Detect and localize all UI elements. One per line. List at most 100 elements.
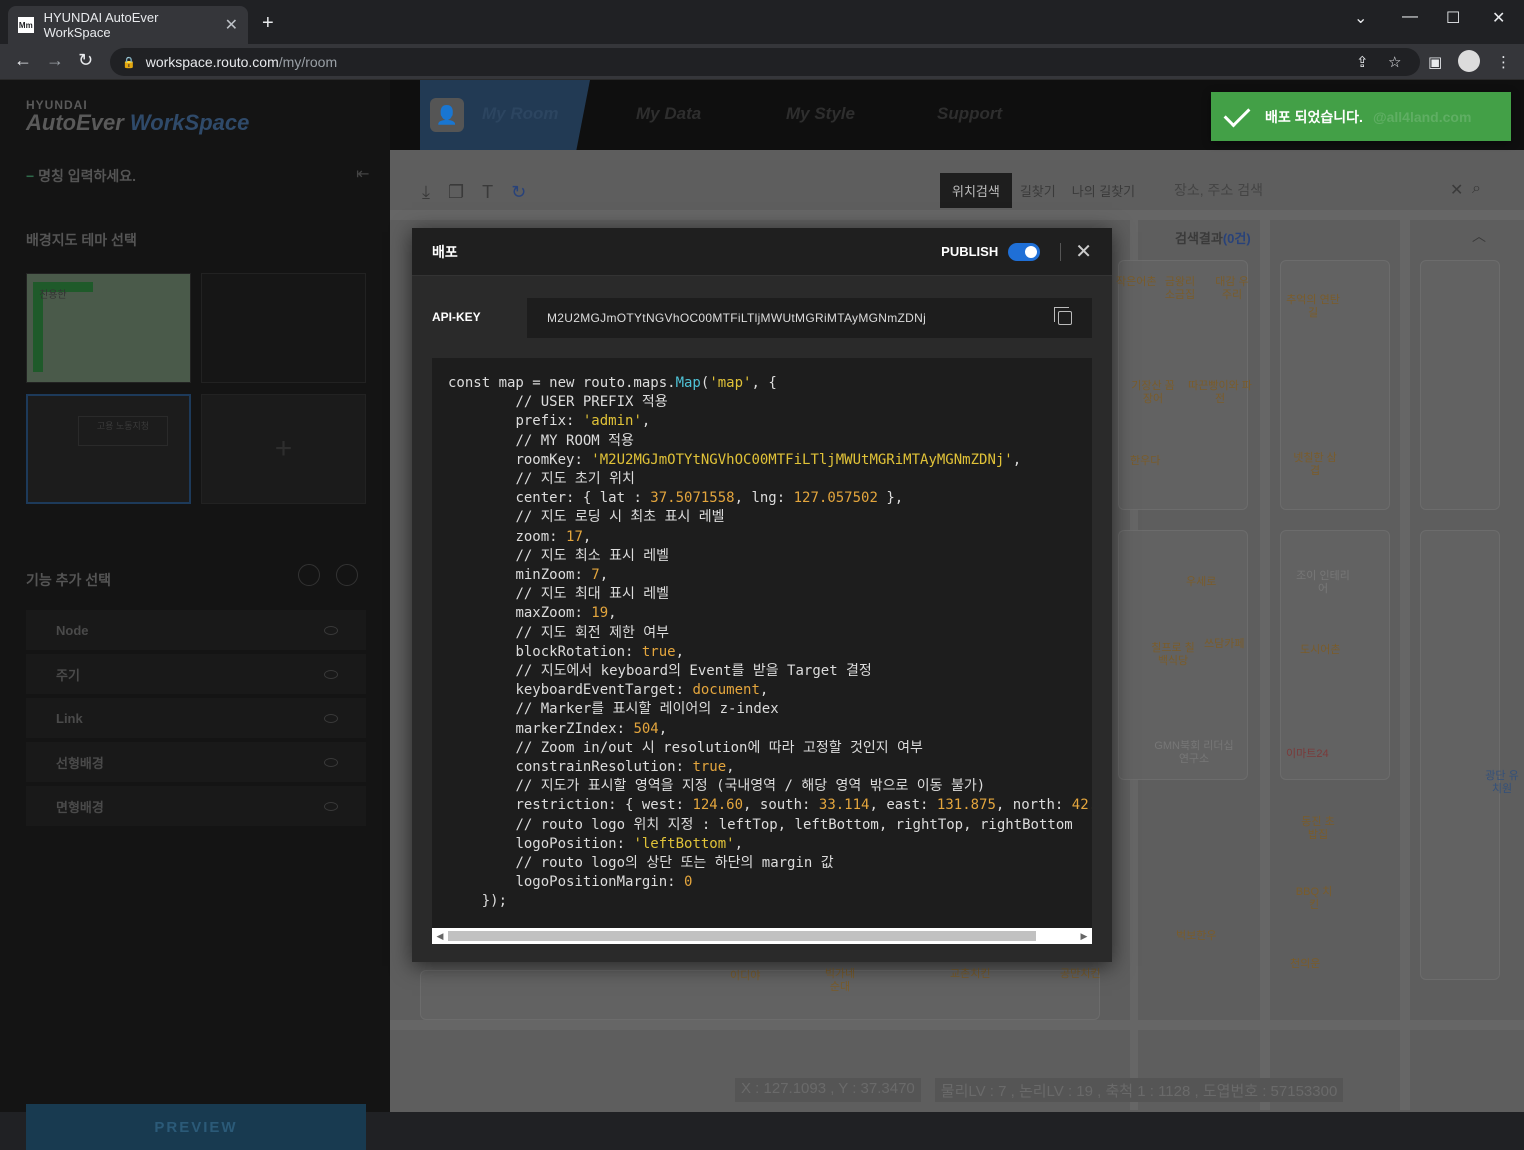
poi[interactable]: 대감 우주리 <box>1212 276 1252 302</box>
poi[interactable]: GMN북회 리더십연구소 <box>1154 740 1234 766</box>
poi[interactable]: 벅보한우 <box>1176 930 1216 943</box>
search-tabs: 위치검색 길찾기 나의 길찾기 <box>940 172 1143 208</box>
nav-my-data[interactable]: My Data <box>636 104 701 124</box>
nav-support[interactable]: Support <box>937 104 1002 124</box>
layer-line-bg[interactable]: 선형배경 <box>26 742 366 782</box>
theme-thumb-1[interactable]: 친용한 <box>26 273 191 383</box>
eye-icon[interactable] <box>324 713 338 723</box>
modal-title: 배포 <box>432 243 458 260</box>
eye-icon[interactable] <box>324 669 338 679</box>
api-key-value: M2U2MGJmOTYtNGVhOC00MTFiLTljMWUtMGRiMTAy… <box>547 311 927 325</box>
reload-icon[interactable]: ↻ <box>78 50 93 71</box>
theme-thumb-3-selected[interactable]: 고용 노동지청 <box>26 394 191 504</box>
poi[interactable]: 칠프로 칠백식당 <box>1148 642 1198 668</box>
eye-icon[interactable] <box>324 625 338 635</box>
layer-area-bg[interactable]: 면형배경 <box>26 786 366 826</box>
eye-icon[interactable] <box>324 801 338 811</box>
result-label: 검색결과 <box>1175 231 1223 246</box>
poi[interactable]: 동진 초밥집 <box>1298 816 1338 842</box>
room-name-placeholder: 명칭 입력하세요. <box>38 168 137 184</box>
poi[interactable]: 넷칠한 삼겹 <box>1290 452 1340 478</box>
layer-link[interactable]: Link <box>26 698 366 738</box>
rotate-icon[interactable]: ↻ <box>511 182 526 203</box>
nav-my-style[interactable]: My Style <box>786 104 855 124</box>
search-icon[interactable]: ⌕ <box>1472 180 1481 198</box>
layer-label: 면형배경 <box>56 799 104 815</box>
minimize-icon[interactable]: — <box>1402 8 1418 26</box>
tab-my-directions[interactable]: 나의 길찾기 <box>1064 173 1143 208</box>
poi[interactable]: 공만치킨 <box>1060 968 1100 981</box>
url-host: workspace.routo.com <box>145 54 279 70</box>
forward-icon[interactable]: → <box>46 50 64 71</box>
tab-directions[interactable]: 길찾기 <box>1012 173 1064 208</box>
poi[interactable]: 빅가네 순대 <box>820 968 860 994</box>
share-icon[interactable]: ⇪ <box>1356 53 1369 71</box>
poi[interactable]: 광단 유치원 <box>1482 770 1522 796</box>
eye-icon[interactable] <box>324 757 338 767</box>
collapse-sidebar-icon[interactable]: ⇤ <box>356 164 369 184</box>
poi[interactable]: 쓰담카페 <box>1204 638 1244 651</box>
map-status-bar: X : 127.1093 , Y : 37.3470 물리LV : 7 , 논리… <box>735 1078 1344 1102</box>
poi[interactable]: 추억의 연탄길 <box>1286 294 1340 320</box>
poi[interactable]: 천의운 <box>1290 958 1320 971</box>
poi[interactable]: 조이 인테리어 <box>1296 570 1350 596</box>
new-tab-icon[interactable]: + <box>262 12 274 35</box>
scroll-right-icon[interactable]: ▶ <box>1076 931 1092 942</box>
poi[interactable]: BBQ 치킨 <box>1294 886 1334 912</box>
tab-location-search[interactable]: 위치검색 <box>940 172 1012 208</box>
nav-my-room[interactable]: My Room <box>482 104 559 124</box>
layer-label: Link <box>56 710 83 726</box>
theme-thumb-2[interactable] <box>201 273 366 383</box>
user-icon[interactable]: 👤 <box>430 98 464 132</box>
publish-toggle[interactable] <box>1008 242 1041 261</box>
tab-search-icon[interactable]: ⌄ <box>1354 8 1367 28</box>
poi[interactable]: 따끈빵이와 파전 <box>1188 380 1252 406</box>
back-icon[interactable]: ← <box>14 50 32 71</box>
logo-brand: AutoEver <box>26 110 124 135</box>
poi[interactable]: 작은어촌 <box>1116 276 1156 289</box>
scroll-left-icon[interactable]: ◀ <box>432 931 448 942</box>
horizontal-scrollbar[interactable]: ◀ ▶ <box>432 928 1092 944</box>
poi[interactable]: 교촌치킨 <box>950 968 990 981</box>
copy-icon[interactable] <box>1054 307 1072 325</box>
room-name-input[interactable]: − 명칭 입력하세요. <box>26 166 136 186</box>
layer-label-annot[interactable]: 주기 <box>26 654 366 694</box>
poi[interactable]: 이디야 <box>730 970 760 983</box>
maximize-icon[interactable]: ☐ <box>1446 8 1460 28</box>
preview-button[interactable]: PREVIEW <box>26 1104 366 1150</box>
poi[interactable]: 도시어촌 <box>1300 644 1340 657</box>
code-snippet[interactable]: const map = new routo.maps.Map('map', { … <box>432 358 1092 944</box>
profile-avatar[interactable] <box>1458 50 1480 72</box>
poi[interactable]: 이마트24 <box>1286 748 1329 761</box>
coord-readout: X : 127.1093 , Y : 37.3470 <box>735 1078 921 1102</box>
modal-close-icon[interactable]: ✕ <box>1075 242 1092 262</box>
brand-logo[interactable]: HYUNDAI AutoEver WorkSpace <box>26 98 249 136</box>
search-clear-icon[interactable]: ✕ <box>1450 180 1463 200</box>
bookmark-star-icon[interactable]: ☆ <box>1388 53 1401 71</box>
collapse-results-icon[interactable]: ︿ <box>1472 226 1486 246</box>
menu-kebab-icon[interactable]: ⋮ <box>1496 53 1511 71</box>
poi[interactable]: 금왕리 소금집 <box>1160 276 1200 302</box>
url-bar[interactable]: 🔒 workspace.routo.com/my/room <box>110 48 1420 76</box>
api-key-field[interactable]: M2U2MGJmOTYtNGVhOC00MTFiLTljMWUtMGRiMTAy… <box>527 298 1092 338</box>
browser-tab[interactable]: Mm HYUNDAI AutoEver WorkSpace ✕ <box>8 6 248 44</box>
window-close-icon[interactable]: ✕ <box>1492 8 1505 28</box>
layers-icon[interactable]: ❐ <box>448 182 464 203</box>
api-key-label: API-KEY <box>432 310 481 324</box>
layer-node[interactable]: Node <box>26 610 366 650</box>
poi[interactable]: 기장산 꼼장어 <box>1128 380 1178 406</box>
add-theme-plus-icon[interactable]: + <box>201 394 366 504</box>
download-icon[interactable]: ⤓ <box>422 182 430 203</box>
lock-icon: 🔒 <box>122 56 136 69</box>
add-layer-icon[interactable] <box>298 564 320 586</box>
thumb-label-1: 친용한 <box>39 290 67 301</box>
side-panel-icon[interactable]: ▣ <box>1428 53 1442 71</box>
poi[interactable]: 한우다 <box>1130 455 1160 468</box>
scroll-thumb[interactable] <box>448 931 1036 941</box>
place-search-input[interactable]: 장소, 주소 검색 <box>1160 172 1500 208</box>
theme-heading: 배경지도 테마 선택 <box>26 232 137 248</box>
add-history-icon[interactable] <box>336 564 358 586</box>
tab-close-icon[interactable]: ✕ <box>225 15 238 35</box>
text-tool-icon[interactable]: T <box>482 182 493 203</box>
poi[interactable]: 우세로 <box>1186 576 1216 589</box>
